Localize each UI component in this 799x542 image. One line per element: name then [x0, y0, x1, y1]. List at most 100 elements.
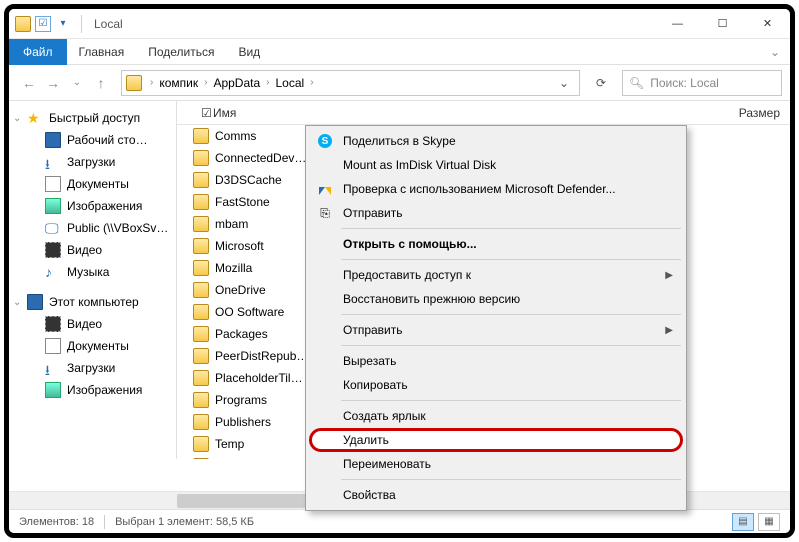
window-title: Local [94, 17, 123, 31]
sidebar-documents[interactable]: Документы [67, 177, 129, 191]
folder-icon [193, 414, 209, 430]
menu-restore[interactable]: Восстановить прежнюю версию [309, 287, 683, 311]
list-item[interactable]: Publishers [215, 415, 271, 429]
refresh-button[interactable]: ⟳ [588, 70, 614, 96]
sidebar-video[interactable]: Видео [67, 243, 102, 257]
list-item[interactable]: Mozilla [215, 261, 252, 275]
shield-icon [317, 181, 333, 197]
document-icon [45, 338, 61, 354]
folder-icon [193, 150, 209, 166]
chevron-right-icon: ▶ [665, 325, 673, 336]
folder-icon [193, 370, 209, 386]
ribbon-expand-icon[interactable]: ⌄ [770, 45, 790, 59]
folder-icon [193, 282, 209, 298]
search-placeholder: Поиск: Local [650, 76, 719, 90]
sidebar-pcdown[interactable]: Загрузки [67, 361, 115, 375]
folder-icon [193, 348, 209, 364]
folder-icon [193, 392, 209, 408]
list-item[interactable]: ConnectedDev… [215, 151, 306, 165]
ribbon-view[interactable]: Вид [226, 41, 272, 63]
nav-forward-button[interactable]: → [41, 71, 65, 95]
folder-icon [193, 172, 209, 188]
nav-history-button[interactable]: ⌄ [65, 71, 89, 95]
image-icon [45, 382, 61, 398]
sidebar-downloads[interactable]: Загрузки [67, 155, 115, 169]
ribbon-file[interactable]: Файл [9, 39, 67, 65]
maximize-button[interactable]: ☐ [700, 9, 745, 39]
view-large-button[interactable]: ▦ [758, 513, 780, 531]
menu-props[interactable]: Свойства [309, 483, 683, 507]
star-icon: ★ [27, 110, 43, 126]
close-button[interactable]: ✕ [745, 9, 790, 39]
crumb-seg[interactable]: компик [155, 76, 202, 90]
list-item[interactable]: OO Software [215, 305, 284, 319]
crumb-seg[interactable]: Local [272, 76, 309, 90]
sidebar-public[interactable]: Public (\\VBoxSv… [67, 221, 168, 235]
ribbon-share[interactable]: Поделиться [136, 41, 226, 63]
list-item[interactable]: FastStone [215, 195, 270, 209]
list-item[interactable]: PlaceholderTil… [215, 371, 303, 385]
menu-openwith[interactable]: Открыть с помощью... [309, 232, 683, 256]
menu-shortcut[interactable]: Создать ярлык [309, 404, 683, 428]
menu-mount[interactable]: Mount as ImDisk Virtual Disk [309, 153, 683, 177]
download-icon: ⭳ [45, 154, 61, 170]
quick-access-toolbar: ☑ ▾ [35, 16, 75, 32]
folder-icon [193, 238, 209, 254]
list-item[interactable]: Comms [215, 129, 256, 143]
menu-cut[interactable]: Вырезать [309, 349, 683, 373]
list-item[interactable]: D3DSCache [215, 173, 282, 187]
list-item[interactable]: Programs [215, 393, 267, 407]
video-icon [45, 316, 61, 332]
sidebar-pcpics[interactable]: Изображения [67, 383, 142, 397]
share-icon: ⎘ [317, 205, 333, 221]
minimize-button[interactable]: — [655, 9, 700, 39]
crumb-seg[interactable]: AppData [209, 76, 264, 90]
pc-icon [27, 294, 43, 310]
folder-icon [193, 128, 209, 144]
menu-delete[interactable]: Удалить [309, 428, 683, 452]
qat-new-icon[interactable]: ▾ [55, 16, 71, 32]
folder-icon [193, 194, 209, 210]
col-name[interactable]: ☑Имя [177, 106, 427, 120]
qat-props-icon[interactable]: ☑ [35, 16, 51, 32]
list-item[interactable]: PeerDistRepub… [215, 349, 308, 363]
col-size[interactable]: Размер [710, 106, 790, 120]
status-bar: Элементов: 18 Выбран 1 элемент: 58,5 КБ … [9, 509, 790, 533]
document-icon [45, 176, 61, 192]
ribbon-home[interactable]: Главная [67, 41, 137, 63]
music-icon: ♪ [45, 264, 61, 280]
network-icon: 🖵 [45, 220, 61, 236]
navigation-pane[interactable]: ⌄★Быстрый доступ Рабочий сто… ⭳Загрузки … [9, 101, 177, 459]
menu-rename[interactable]: Переименовать [309, 452, 683, 476]
search-input[interactable]: 🔍︎ Поиск: Local [622, 70, 782, 96]
list-item[interactable]: Packages [215, 327, 268, 341]
context-menu[interactable]: SПоделиться в Skype Mount as ImDisk Virt… [305, 125, 687, 511]
list-item[interactable]: OneDrive [215, 283, 266, 297]
menu-send[interactable]: Отправить▶ [309, 318, 683, 342]
folder-icon [193, 326, 209, 342]
crumb-drop-icon[interactable]: ⌄ [553, 76, 575, 90]
sidebar-desktop[interactable]: Рабочий сто… [67, 133, 148, 147]
video-icon [45, 242, 61, 258]
address-bar[interactable]: › компик › AppData › Local › ⌄ [121, 70, 580, 96]
search-icon: 🔍︎ [629, 76, 644, 90]
list-item[interactable]: mbam [215, 217, 248, 231]
folder-icon [126, 75, 142, 91]
sidebar-pictures[interactable]: Изображения [67, 199, 142, 213]
menu-defender[interactable]: Проверка с использованием Microsoft Defe… [309, 177, 683, 201]
view-details-button[interactable]: ▤ [732, 513, 754, 531]
nav-up-button[interactable]: ↑ [89, 71, 113, 95]
sidebar-music[interactable]: Музыка [67, 265, 109, 279]
list-item[interactable]: Temp [215, 437, 244, 451]
sidebar-pcdocs[interactable]: Документы [67, 339, 129, 353]
menu-skype[interactable]: SПоделиться в Skype [309, 129, 683, 153]
download-icon: ⭳ [45, 360, 61, 376]
menu-sendto[interactable]: ⎘Отправить [309, 201, 683, 225]
nav-back-button[interactable]: ← [17, 71, 41, 95]
sidebar-quickaccess[interactable]: Быстрый доступ [49, 111, 140, 125]
list-item[interactable]: Microsoft [215, 239, 264, 253]
menu-grant[interactable]: Предоставить доступ к▶ [309, 263, 683, 287]
menu-copy[interactable]: Копировать [309, 373, 683, 397]
sidebar-thispc[interactable]: Этот компьютер [49, 295, 139, 309]
sidebar-pcvideo[interactable]: Видео [67, 317, 102, 331]
